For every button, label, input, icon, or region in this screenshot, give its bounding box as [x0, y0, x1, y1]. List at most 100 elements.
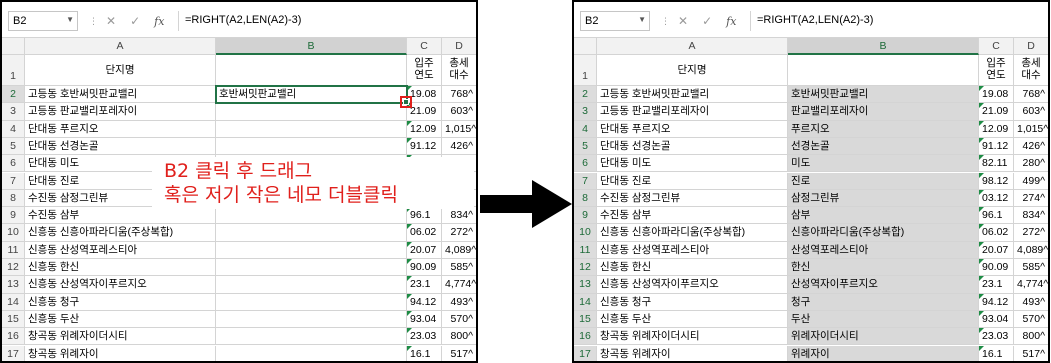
- row-header[interactable]: 12: [2, 259, 25, 277]
- cell-b[interactable]: [216, 137, 407, 156]
- cell-b[interactable]: 미도: [788, 155, 979, 173]
- cell-c[interactable]: 96.1: [979, 207, 1014, 225]
- cell-d[interactable]: 4,774^: [442, 276, 476, 294]
- cell-d[interactable]: 426^: [1014, 138, 1048, 156]
- formula-input[interactable]: =RIGHT(A2,LEN(A2)-3): [178, 11, 472, 31]
- cell-b[interactable]: [216, 293, 407, 311]
- column-header-b[interactable]: B: [216, 38, 407, 55]
- cell-d[interactable]: 280^: [1014, 155, 1048, 173]
- header-cell-a[interactable]: 단지명: [25, 55, 216, 86]
- cell-d[interactable]: 4,089^: [1014, 242, 1048, 259]
- cell-c[interactable]: 16.1: [407, 345, 442, 361]
- header-cell-c[interactable]: 입주 연도: [979, 55, 1014, 86]
- cell-a[interactable]: 단대동 진로: [597, 172, 788, 190]
- cell-b[interactable]: [216, 241, 407, 259]
- cell-b[interactable]: 진로: [788, 172, 979, 190]
- column-header-c[interactable]: C: [979, 38, 1014, 55]
- name-box[interactable]: B2 ▼: [580, 11, 650, 31]
- row-header[interactable]: 7: [574, 172, 597, 190]
- cell-c[interactable]: 03.12: [979, 189, 1014, 208]
- header-cell-b[interactable]: [788, 55, 979, 86]
- row-header[interactable]: 15: [574, 310, 597, 329]
- cell-b[interactable]: [216, 345, 407, 361]
- cell-d[interactable]: 800^: [442, 328, 476, 346]
- row-header[interactable]: 8: [2, 189, 25, 208]
- cell-b[interactable]: 푸르지오: [788, 120, 979, 138]
- row-header[interactable]: 4: [574, 120, 597, 138]
- cell-d[interactable]: 585^: [442, 259, 476, 277]
- row-header[interactable]: 13: [574, 276, 597, 294]
- row-header[interactable]: 5: [2, 137, 25, 156]
- cell-a[interactable]: 신흥동 두산: [597, 310, 788, 329]
- cell-d[interactable]: 493^: [442, 294, 476, 311]
- cell-c[interactable]: 21.09: [407, 103, 442, 121]
- row-header[interactable]: 6: [2, 155, 25, 173]
- row-header[interactable]: 14: [2, 293, 25, 311]
- cell-c[interactable]: 93.04: [979, 310, 1014, 329]
- cell-d[interactable]: 768^: [1014, 86, 1048, 104]
- cell-a[interactable]: 신흥동 산성역자이푸르지오: [25, 276, 216, 294]
- cell-d[interactable]: 499^: [1014, 173, 1048, 190]
- cell-b[interactable]: 삼부: [788, 207, 979, 225]
- cell-c[interactable]: 12.09: [407, 120, 442, 138]
- cell-b[interactable]: [216, 310, 407, 329]
- cell-d[interactable]: 768^: [442, 86, 476, 104]
- cell-a[interactable]: 단대동 푸르지오: [25, 120, 216, 138]
- cell-c[interactable]: 91.12: [407, 137, 442, 156]
- cell-b[interactable]: 한신: [788, 259, 979, 277]
- cell-d[interactable]: 274^: [1014, 190, 1048, 208]
- row-header[interactable]: 14: [574, 293, 597, 311]
- cell-c[interactable]: 19.08: [979, 86, 1014, 104]
- row-header[interactable]: 16: [2, 328, 25, 346]
- row-header[interactable]: 9: [2, 207, 25, 225]
- cell-b[interactable]: [216, 103, 407, 121]
- cell-d[interactable]: 834^: [1014, 207, 1048, 225]
- formula-bar-grip-icon[interactable]: ⋮: [89, 16, 98, 28]
- cell-b[interactable]: 청구: [788, 293, 979, 311]
- header-cell-a[interactable]: 단지명: [597, 55, 788, 86]
- cell-c[interactable]: 94.12: [979, 293, 1014, 311]
- cell-a[interactable]: 단대동 미도: [597, 155, 788, 173]
- chevron-down-icon[interactable]: ▼: [638, 15, 646, 24]
- cell-d[interactable]: 1,015^: [1014, 121, 1048, 138]
- cell-b[interactable]: [216, 207, 407, 225]
- cell-b[interactable]: [216, 224, 407, 242]
- cell-c[interactable]: 96.1: [407, 207, 442, 225]
- row-header[interactable]: 7: [2, 172, 25, 190]
- column-header-c[interactable]: C: [407, 38, 442, 55]
- cell-b[interactable]: 신흥아파라디움(주상복합): [788, 224, 979, 242]
- cell-d[interactable]: 800^: [1014, 328, 1048, 346]
- row-header[interactable]: 6: [574, 155, 597, 173]
- cancel-icon[interactable]: ✕: [106, 14, 116, 28]
- cell-a[interactable]: 단대동 푸르지오: [597, 120, 788, 138]
- row-header[interactable]: 1: [2, 55, 25, 86]
- cell-d[interactable]: 493^: [1014, 294, 1048, 311]
- cell-b[interactable]: 판교밸리포레자이: [788, 103, 979, 121]
- cell-c[interactable]: 20.07: [979, 241, 1014, 259]
- cell-b[interactable]: 산성역자이푸르지오: [788, 276, 979, 294]
- row-header[interactable]: 17: [2, 345, 25, 361]
- cell-a[interactable]: 창곡동 위례자이더시티: [597, 328, 788, 346]
- cell-a[interactable]: 수진동 삼정그린뷰: [597, 189, 788, 208]
- column-header-a[interactable]: A: [25, 38, 216, 55]
- row-header[interactable]: 13: [2, 276, 25, 294]
- cell-a[interactable]: 고등동 판교밸리포레자이: [597, 103, 788, 121]
- cell-b[interactable]: 위례자이더시티: [788, 328, 979, 346]
- cell-a[interactable]: 신흥동 한신: [597, 259, 788, 277]
- row-header[interactable]: 10: [574, 224, 597, 242]
- cell-a[interactable]: 수진동 삼부: [597, 207, 788, 225]
- cell-d[interactable]: 517^: [1014, 346, 1048, 362]
- cell-b[interactable]: 선경논골: [788, 137, 979, 156]
- header-cell-d[interactable]: 총세 대수: [442, 55, 476, 86]
- cell-c[interactable]: 19.08: [407, 86, 442, 104]
- header-cell-c[interactable]: 입주 연도: [407, 55, 442, 86]
- cancel-icon[interactable]: ✕: [678, 14, 688, 28]
- cell-d[interactable]: 570^: [1014, 311, 1048, 329]
- cell-c[interactable]: 06.02: [407, 224, 442, 242]
- row-header[interactable]: 5: [574, 137, 597, 156]
- header-cell-d[interactable]: 총세 대수: [1014, 55, 1048, 86]
- cell-d[interactable]: 4,774^: [1014, 276, 1048, 294]
- cell-d[interactable]: 517^: [442, 346, 476, 362]
- row-header[interactable]: 15: [2, 310, 25, 329]
- cell-a[interactable]: 창곡동 위례자이: [597, 345, 788, 361]
